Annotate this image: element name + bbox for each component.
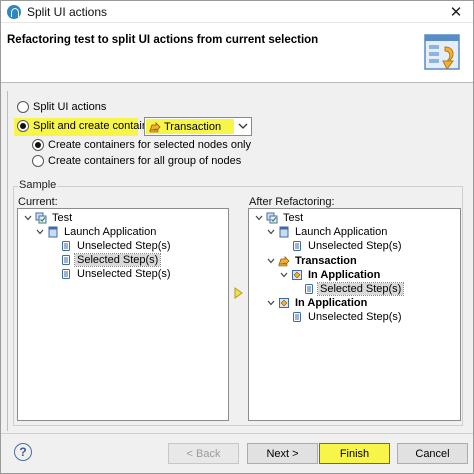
page-heading: Refactoring test to split UI actions fro… — [7, 34, 319, 46]
all-group-of-nodes-label: Create containers for all group of nodes — [48, 155, 242, 167]
next-button[interactable]: Next > — [247, 443, 318, 464]
left-divider — [7, 91, 8, 431]
tree-node-label: Transaction — [295, 255, 357, 267]
step-icon — [62, 241, 70, 251]
back-button[interactable]: < Back — [168, 443, 239, 464]
expand-chevron-icon[interactable] — [254, 213, 264, 223]
refactor-arrow-icon — [234, 287, 243, 299]
button-bar-divider — [1, 433, 473, 434]
selected-nodes-only-label: Create containers for selected nodes onl… — [48, 139, 252, 151]
step-icon — [293, 312, 301, 322]
tree-node-label: In Application — [295, 297, 368, 309]
all-group-of-nodes-option[interactable]: Create containers for all group of nodes — [32, 155, 241, 167]
split-ui-actions-dialog: Split UI actions ✕ Refactoring test to s… — [0, 0, 474, 474]
chevron-down-icon[interactable] — [238, 121, 248, 131]
tree-node-transaction[interactable]: Transaction — [266, 254, 359, 268]
tree-node-label: Test — [283, 212, 304, 224]
window-title: Split UI actions — [27, 4, 108, 19]
app-icon — [7, 4, 21, 19]
in-application-icon — [292, 270, 302, 280]
transaction-icon — [278, 256, 290, 267]
tree-node-label: Unselected Step(s) — [308, 311, 402, 323]
finish-button[interactable]: Finish — [319, 443, 390, 464]
test-icon — [266, 212, 278, 224]
expand-chevron-icon[interactable] — [266, 227, 276, 237]
expand-chevron-icon[interactable] — [266, 256, 276, 266]
close-icon[interactable]: ✕ — [439, 1, 473, 23]
tree-node-in-application[interactable]: In Application — [279, 268, 382, 282]
tree-node-selected-steps[interactable]: Selected Step(s) — [48, 253, 162, 267]
tree-node-launch-application[interactable]: Launch Application — [266, 225, 389, 239]
split-ui-actions-radio[interactable] — [17, 101, 29, 113]
tree-node-unselected-steps[interactable]: Unselected Step(s) — [48, 239, 173, 253]
cancel-button[interactable]: Cancel — [397, 443, 468, 464]
split-and-create-option[interactable]: Split and create container: — [17, 120, 161, 132]
tree-node-in-application[interactable]: In Application — [266, 296, 369, 310]
current-tree[interactable]: Test Launch Application Unselected Step(… — [17, 208, 229, 421]
expand-chevron-icon[interactable] — [35, 227, 45, 237]
split-and-create-radio[interactable] — [17, 120, 29, 132]
step-icon — [62, 269, 70, 279]
tree-node-unselected-steps[interactable]: Unselected Step(s) — [48, 267, 173, 281]
tree-node-unselected-steps[interactable]: Unselected Step(s) — [279, 310, 404, 324]
step-icon — [293, 241, 301, 251]
tree-node-label: Unselected Step(s) — [77, 268, 171, 280]
split-ui-actions-option[interactable]: Split UI actions — [17, 101, 106, 113]
container-type-select[interactable]: Transaction — [144, 117, 252, 136]
split-ui-actions-label: Split UI actions — [33, 101, 107, 113]
container-type-selected: Transaction — [146, 119, 234, 134]
title-bar: Split UI actions ✕ — [1, 1, 473, 23]
application-icon — [279, 226, 289, 238]
tree-node-label: Selected Step(s) — [73, 253, 162, 267]
tree-node-label: Launch Application — [295, 226, 388, 238]
step-icon — [62, 255, 70, 265]
expand-chevron-icon[interactable] — [23, 213, 33, 223]
selected-nodes-only-radio[interactable] — [32, 139, 44, 151]
after-refactoring-tree[interactable]: Test Launch Application Unselected Step(… — [248, 208, 461, 421]
step-icon — [305, 284, 313, 294]
tree-node-label: Launch Application — [64, 226, 157, 238]
application-icon — [48, 226, 58, 238]
container-type-value: Transaction — [164, 120, 222, 133]
tree-node-label: Unselected Step(s) — [308, 240, 402, 252]
current-label: Current: — [18, 196, 58, 208]
tree-node-label: Test — [52, 212, 73, 224]
tree-node-label: Unselected Step(s) — [77, 240, 171, 252]
transaction-icon — [149, 121, 161, 132]
help-icon[interactable]: ? — [14, 443, 32, 461]
tree-node-launch-application[interactable]: Launch Application — [35, 225, 158, 239]
all-group-of-nodes-radio[interactable] — [32, 155, 44, 167]
tree-node-unselected-steps[interactable]: Unselected Step(s) — [279, 239, 404, 253]
tree-node-test[interactable]: Test — [23, 211, 74, 225]
after-refactoring-label: After Refactoring: — [249, 196, 335, 208]
expand-chevron-icon[interactable] — [266, 298, 276, 308]
header-banner: Refactoring test to split UI actions fro… — [1, 23, 473, 83]
tree-node-test[interactable]: Test — [254, 211, 305, 225]
sample-group-label: Sample — [18, 179, 58, 191]
in-application-icon — [279, 298, 289, 308]
expand-chevron-icon[interactable] — [279, 270, 289, 280]
selected-nodes-only-option[interactable]: Create containers for selected nodes onl… — [32, 139, 251, 151]
test-icon — [35, 212, 47, 224]
wizard-banner-icon — [424, 34, 460, 70]
tree-node-selected-steps[interactable]: Selected Step(s) — [291, 282, 405, 296]
tree-node-label: In Application — [308, 269, 381, 281]
tree-node-label: Selected Step(s) — [316, 282, 405, 296]
split-and-create-label: Split and create container: — [33, 120, 161, 132]
